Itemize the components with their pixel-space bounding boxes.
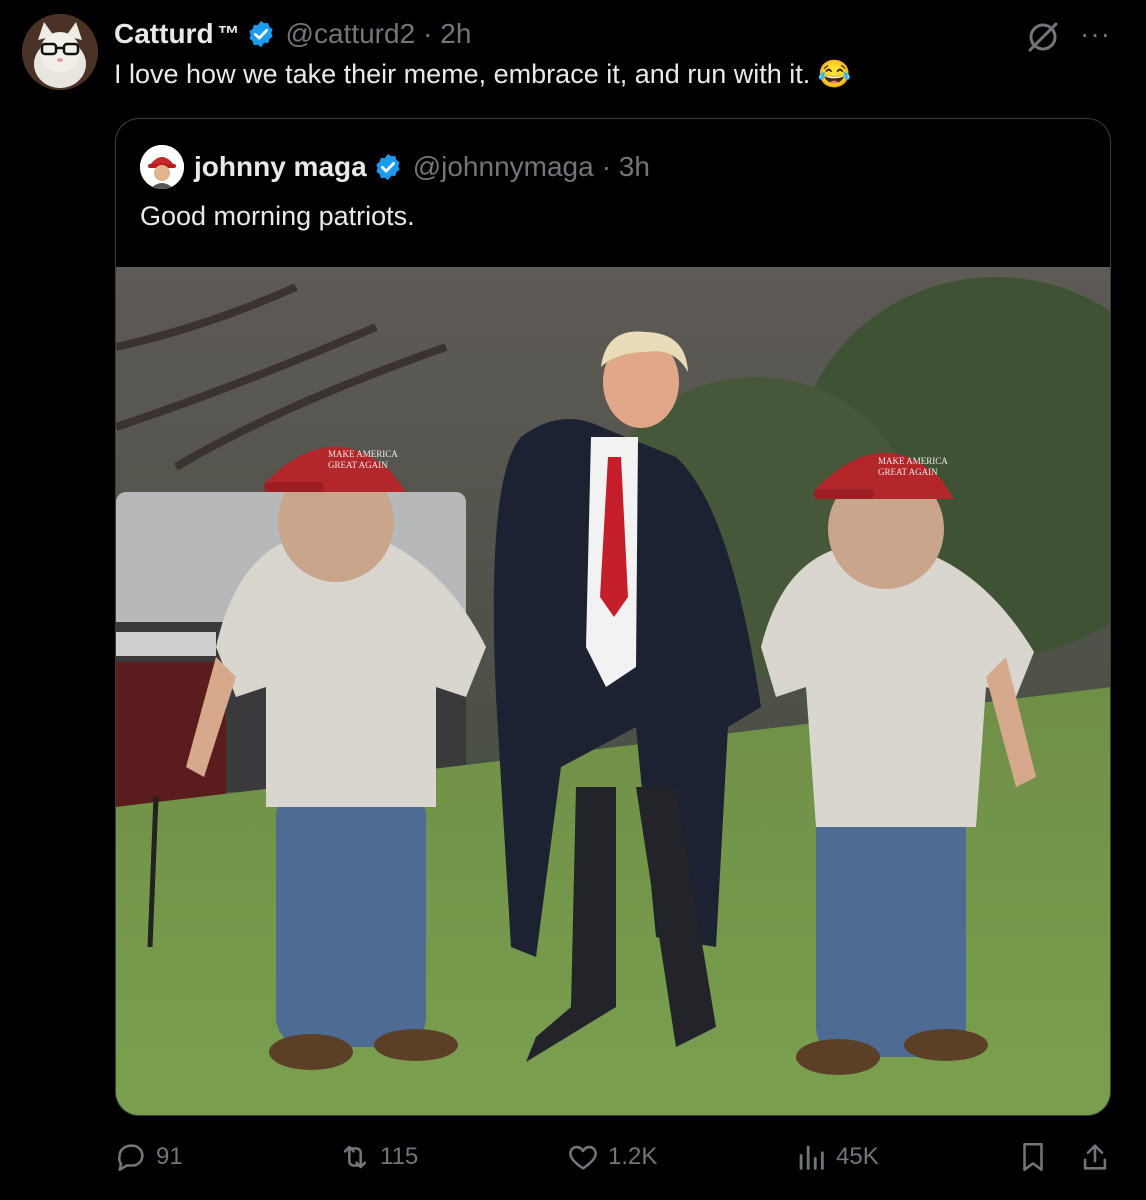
repost-count: 115 <box>380 1143 419 1170</box>
views-button[interactable]: 45K <box>794 1140 879 1174</box>
grok-icon[interactable] <box>1026 20 1060 54</box>
tweet-text: I love how we take their meme, embrace i… <box>114 59 852 89</box>
quoted-author-handle[interactable]: @johnnymaga <box>413 151 594 183</box>
quoted-verified-badge-icon <box>376 153 400 181</box>
verified-badge-icon <box>248 20 273 48</box>
left-cap-text-line1: MAKE AMERICA <box>328 449 398 459</box>
cat-avatar-image <box>22 14 98 90</box>
tweet-header: Catturd ™ @catturd2 · 2h <box>114 16 471 52</box>
bookmark-button[interactable] <box>1016 1140 1058 1174</box>
quoted-tweet[interactable]: johnny maga @johnnymaga · 3h Good mornin… <box>115 118 1111 1116</box>
author-handle[interactable]: @catturd2 <box>286 18 416 50</box>
quoted-tweet-header: johnny maga @johnnymaga · 3h <box>140 145 650 189</box>
share-button[interactable] <box>1078 1140 1120 1174</box>
share-icon <box>1083 1144 1107 1170</box>
quoted-tweet-time[interactable]: · 3h <box>602 151 650 183</box>
quoted-tweet-photo[interactable]: MAKE AMERICA GREAT AGAIN MAKE AMERICA GR… <box>116 267 1111 1116</box>
left-cap-text-line2: GREAT AGAIN <box>328 460 388 470</box>
repost-button[interactable]: 115 <box>338 1140 418 1174</box>
right-cap-text-line1: MAKE AMERICA <box>878 456 948 466</box>
author-name[interactable]: Catturd <box>114 18 214 50</box>
quoted-author-name[interactable]: johnny maga <box>194 151 367 183</box>
tweet-time[interactable]: · 2h <box>423 18 471 50</box>
right-cap-text-line2: GREAT AGAIN <box>878 467 938 477</box>
reply-button[interactable]: 91 <box>114 1140 183 1174</box>
quoted-tweet-text: Good morning patriots. <box>140 201 415 231</box>
view-count: 45K <box>836 1143 879 1170</box>
analytics-icon <box>799 1145 824 1170</box>
bookmark-icon <box>1023 1142 1043 1172</box>
reply-count: 91 <box>156 1143 183 1170</box>
like-count: 1.2K <box>608 1143 658 1170</box>
like-button[interactable]: 1.2K <box>566 1140 657 1174</box>
quoted-author-avatar[interactable] <box>140 145 184 189</box>
trademark-mark: ™ <box>217 21 240 46</box>
author-avatar[interactable] <box>22 14 98 90</box>
maga-avatar-image <box>140 145 184 189</box>
more-options-icon[interactable]: ··· <box>1080 18 1111 50</box>
reply-icon <box>118 1144 144 1172</box>
action-bar: 91 115 1.2K 45K <box>0 1140 1146 1184</box>
repost-icon <box>343 1145 367 1169</box>
heart-icon <box>569 1145 597 1170</box>
